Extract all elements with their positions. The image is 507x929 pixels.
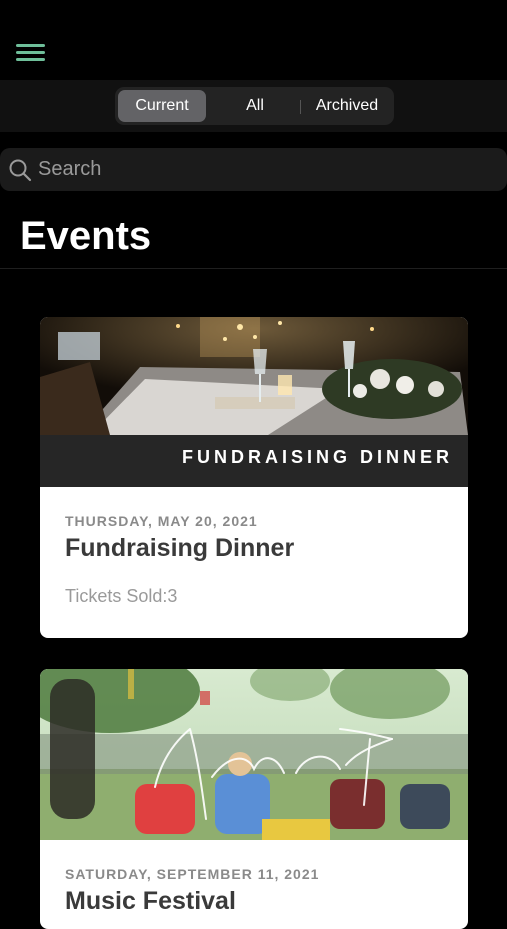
top-bar [0,0,507,80]
event-date: SATURDAY, SEPTEMBER 11, 2021 [65,866,320,882]
search-bar [0,148,507,191]
event-filter-segmented-control: Current All Archived [115,87,394,125]
event-image-fundraising-dinner: FUNDRAISING DINNER [40,317,468,487]
event-card-fundraising-dinner[interactable]: FUNDRAISING DINNER THURSDAY, MAY 20, 202… [40,317,468,638]
tab-all[interactable]: All [211,90,299,122]
title-divider [0,268,507,269]
segment-divider [300,100,301,114]
event-card-body: THURSDAY, MAY 20, 2021 Fundraising Dinne… [65,513,448,607]
event-title: Fundraising Dinner [65,534,295,562]
event-tickets-sold: Tickets Sold:3 [65,586,178,606]
tab-current[interactable]: Current [118,90,206,122]
page-title: Events [20,214,152,258]
event-date: THURSDAY, MAY 20, 2021 [65,513,258,529]
filter-bar: Current All Archived [0,80,507,132]
event-card-music-festival[interactable]: SATURDAY, SEPTEMBER 11, 2021 Music Festi… [40,669,468,929]
search-input[interactable] [38,148,478,191]
search-icon [9,159,32,182]
hamburger-menu-icon[interactable] [16,42,46,62]
tab-archived[interactable]: Archived [303,90,391,122]
event-card-body: SATURDAY, SEPTEMBER 11, 2021 Music Festi… [65,866,448,916]
event-image-music-festival [40,669,468,840]
event-banner-text: FUNDRAISING DINNER [182,447,453,467]
event-title: Music Festival [65,887,236,915]
